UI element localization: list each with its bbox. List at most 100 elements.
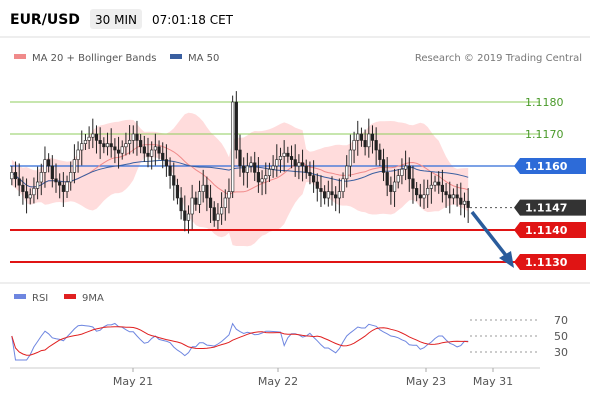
candle-body <box>297 162 301 167</box>
candle-body <box>94 133 99 141</box>
candle-body <box>448 194 452 199</box>
candle-body <box>392 181 397 192</box>
rsi-legend-swatch <box>14 294 26 299</box>
candle-body <box>17 178 21 186</box>
candle-body <box>61 184 65 192</box>
candle-body <box>190 197 194 215</box>
candle-body <box>234 101 238 151</box>
candle-body <box>128 140 132 144</box>
candle-body <box>400 168 404 176</box>
candle-body <box>120 146 124 154</box>
candle-body <box>286 152 290 157</box>
candle-body <box>194 197 198 205</box>
candle-body <box>256 172 261 183</box>
candle-body <box>201 184 205 192</box>
candle-body <box>451 194 456 199</box>
x-axis-labels: May 21 May 22 May 23 May 31 <box>113 368 513 388</box>
candle-body <box>367 133 371 148</box>
candle-body <box>183 210 187 221</box>
candle-body <box>172 175 176 186</box>
level-label: 1.1160 <box>525 160 568 173</box>
candle-body <box>113 146 117 151</box>
candle-body <box>175 184 180 199</box>
candle-body <box>13 172 18 180</box>
candle-body <box>153 146 157 151</box>
candle <box>231 95 235 198</box>
rsi-tick-label: 50 <box>554 330 568 343</box>
candle-body <box>220 207 224 215</box>
candle-body <box>69 172 73 183</box>
candle-body <box>10 172 14 180</box>
candle-body <box>415 188 419 196</box>
rsi-ma-legend-label: 9MA <box>82 293 104 304</box>
candle-body <box>466 200 470 208</box>
candle-body <box>212 207 216 221</box>
level-label: 1.1180 <box>525 96 564 109</box>
level-label: 1.1147 <box>525 202 567 215</box>
candle-body <box>444 191 448 196</box>
level-label: 1.1170 <box>525 128 564 141</box>
candle-body <box>459 197 463 205</box>
candle-body <box>124 143 128 148</box>
candle-body <box>80 143 84 151</box>
candle-body <box>179 197 183 212</box>
candle-body <box>205 184 209 199</box>
candle-body <box>231 101 235 192</box>
candle-body <box>418 194 422 199</box>
ma20-legend-label: MA 20 + Bollinger Bands <box>32 53 156 64</box>
candle-body <box>315 181 319 189</box>
candle-body <box>271 165 275 170</box>
x-tick-label: May 22 <box>258 375 298 388</box>
candle-body <box>105 143 110 148</box>
candle-body <box>275 159 279 167</box>
candle-body <box>245 165 249 173</box>
candle-body <box>429 184 433 189</box>
candle-body <box>116 149 121 154</box>
timestamp: 07:01:18 CET <box>152 13 234 27</box>
candle-body <box>208 197 213 208</box>
candle-body <box>403 165 408 170</box>
candle-body <box>389 184 393 192</box>
candle-body <box>293 159 297 167</box>
candle-body <box>142 146 146 154</box>
ma20-legend-swatch <box>14 54 26 59</box>
trading-chart: EUR/USD 30 MIN 07:01:18 CET MA 20 + Boll… <box>0 9 590 388</box>
candle-body <box>242 165 246 173</box>
candle-body <box>65 181 69 192</box>
candle-body <box>374 140 378 151</box>
rsi-line <box>11 322 469 361</box>
candle-body <box>39 172 43 183</box>
candle-body <box>157 146 161 154</box>
candle-body <box>146 152 150 157</box>
candle-body <box>455 194 459 199</box>
candle-body <box>164 159 169 167</box>
candle-body <box>462 200 467 205</box>
level-labels: 1.1180 1.1170 1.1160 1.1147 1.1140 1.1130 <box>514 96 586 270</box>
candle-body <box>186 213 191 221</box>
candle-body <box>216 213 220 221</box>
candle-body <box>381 159 386 173</box>
candle-body <box>407 165 411 180</box>
candle-body <box>267 168 272 176</box>
candle <box>234 91 238 159</box>
rsi-ma-line <box>11 326 469 356</box>
candle-body <box>440 184 445 192</box>
candle-body <box>278 156 283 160</box>
forecast-arrow <box>470 210 514 268</box>
candle-body <box>433 181 437 186</box>
rsi-legend-label: RSI <box>32 293 48 304</box>
candle-body <box>47 159 51 167</box>
candle-body <box>43 159 47 173</box>
candle-body <box>337 191 341 199</box>
candle-body <box>83 140 88 144</box>
candle-body <box>32 188 36 196</box>
candle-body <box>131 133 135 141</box>
level-label: 1.1140 <box>525 224 568 237</box>
candle-body <box>54 178 58 183</box>
rsi-tick-label: 30 <box>554 346 568 359</box>
candle-body <box>139 140 143 148</box>
rsi-panel: 30 50 70 <box>11 314 568 361</box>
candle-body <box>426 188 430 196</box>
candle-body <box>363 140 367 148</box>
candle-body <box>370 133 375 141</box>
